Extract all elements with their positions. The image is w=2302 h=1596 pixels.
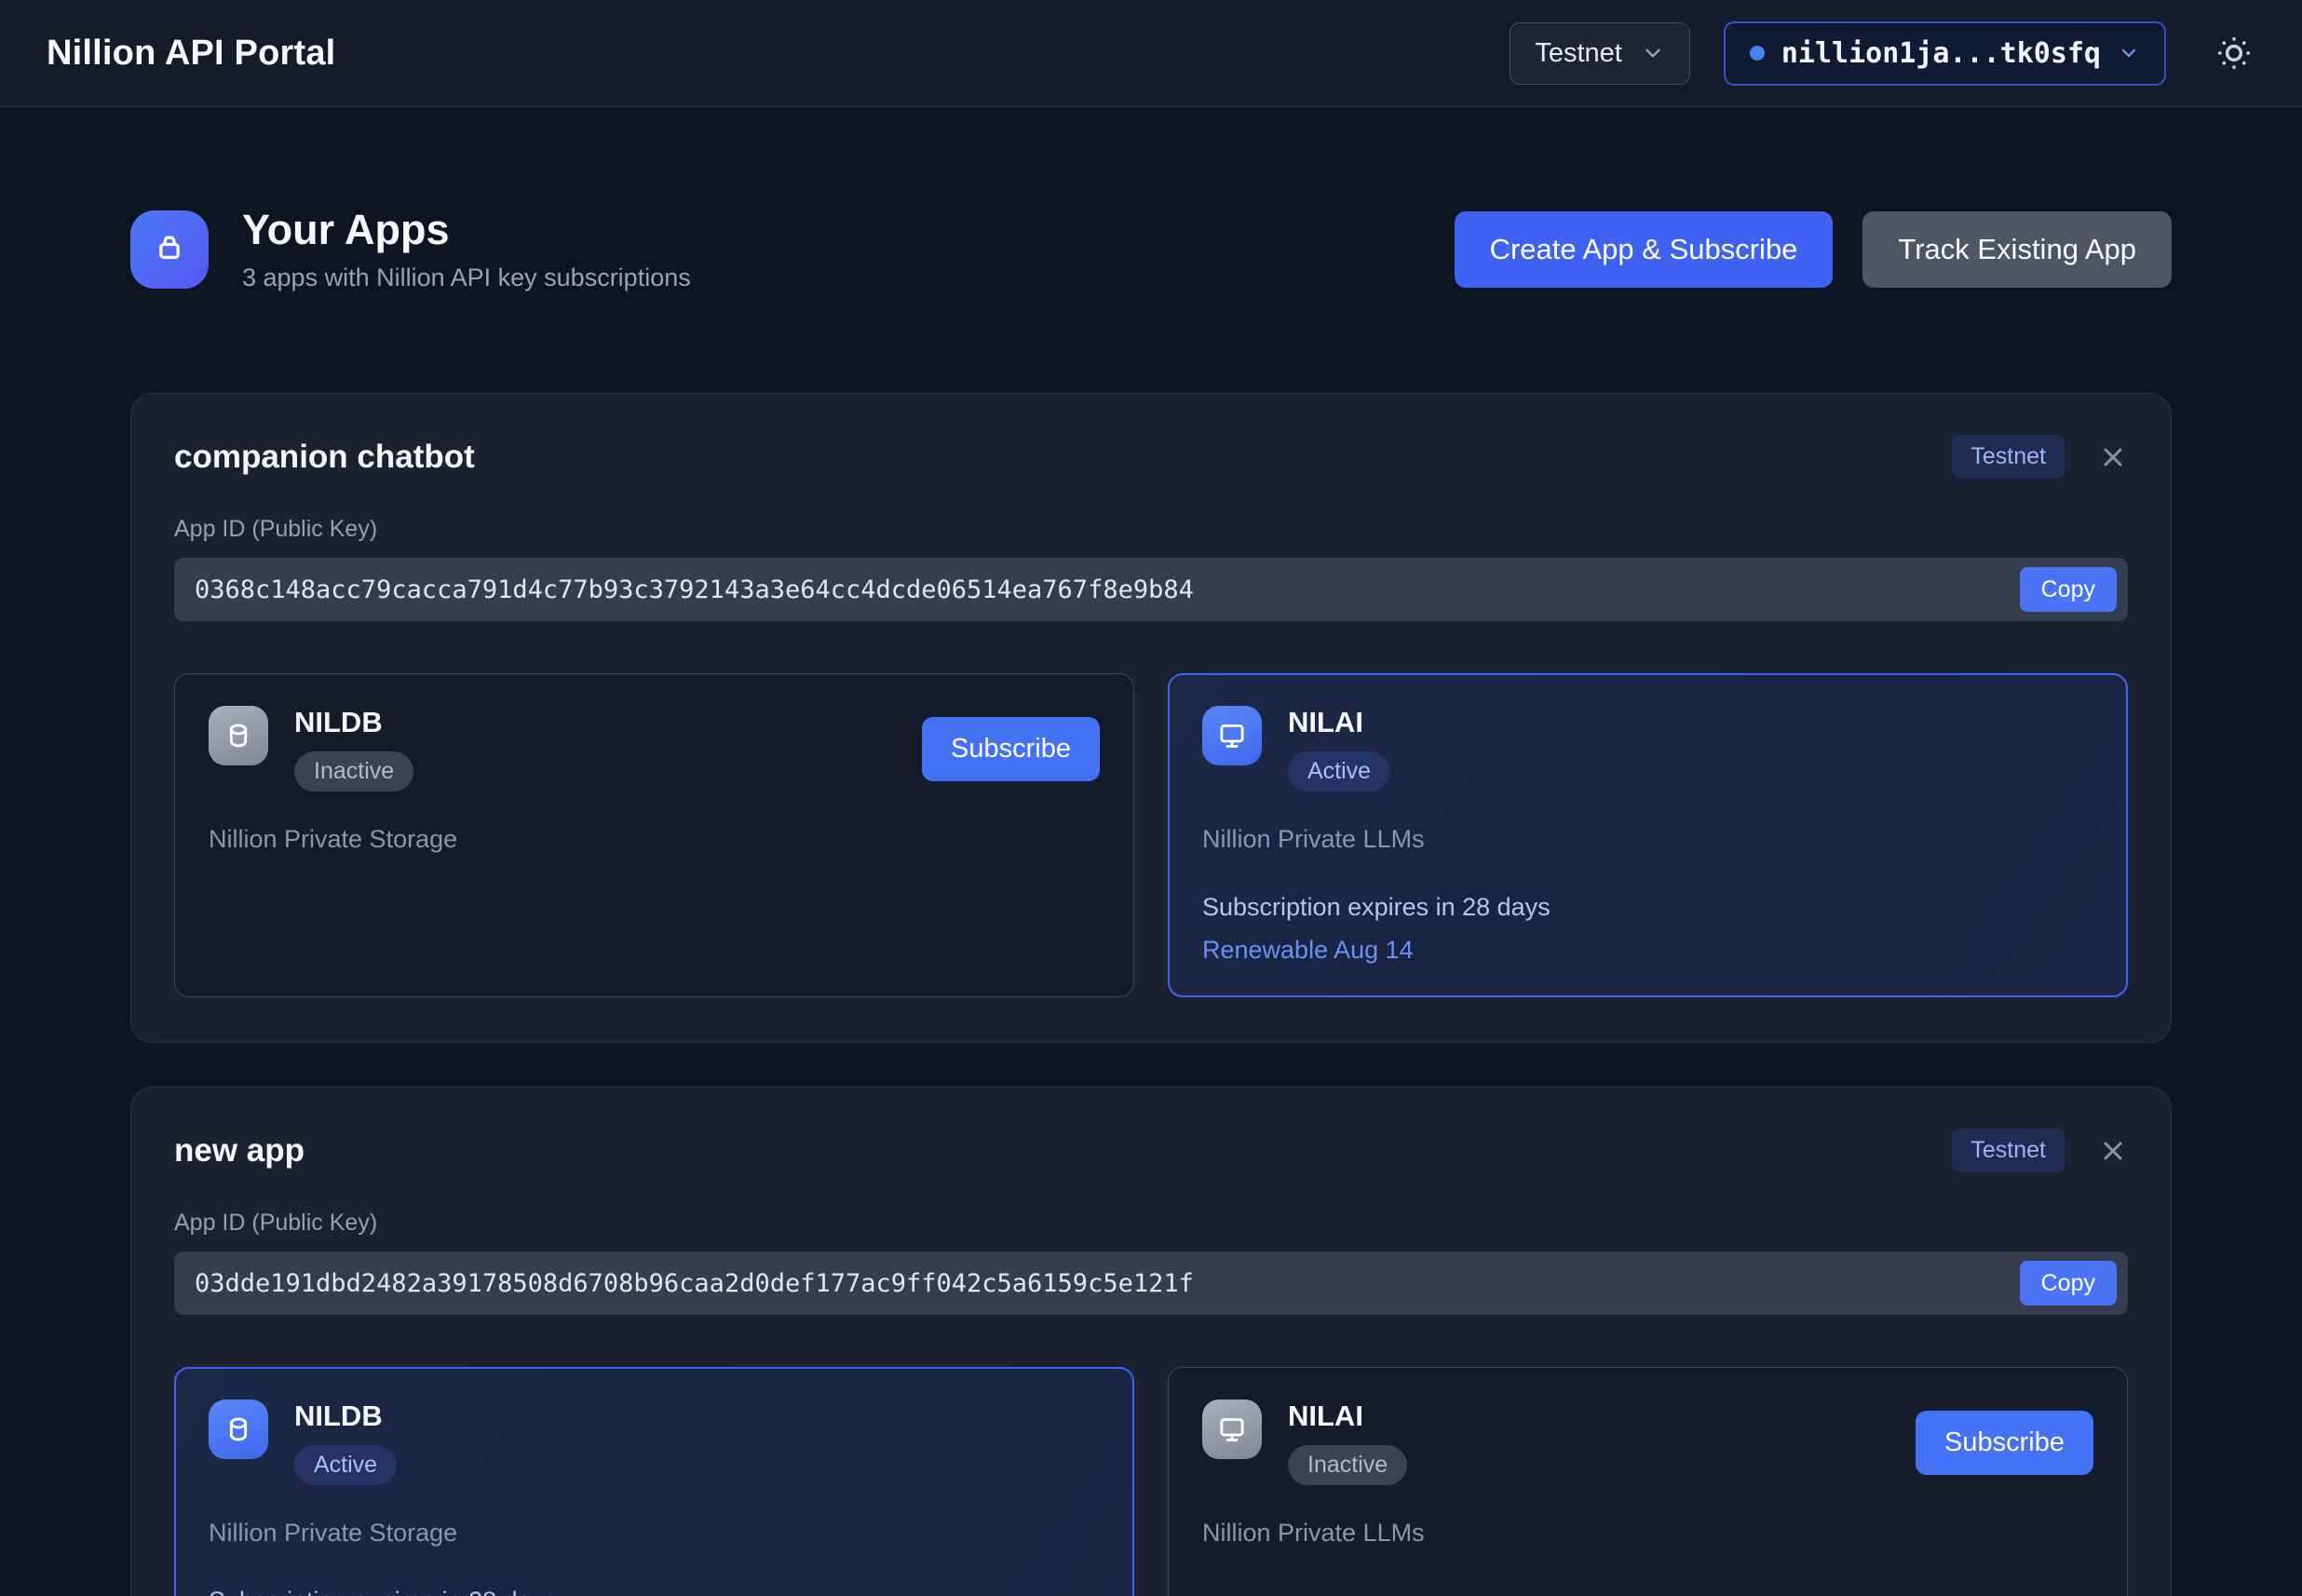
status-badge: Inactive [1288,1445,1407,1485]
service-description: Nillion Private LLMs [1202,825,2093,854]
app-id-value: 03dde191dbd2482a39178508d6708b96caa2d0de… [195,1269,1194,1298]
copy-button[interactable]: Copy [2020,1261,2117,1305]
service-name: NILAI [1288,706,1390,739]
monitor-icon [1202,1400,1262,1459]
app-id-label: App ID (Public Key) [174,516,2128,543]
network-selector[interactable]: Testnet [1510,22,1690,85]
theme-toggle-button[interactable] [2214,34,2254,73]
your-apps-header: Your Apps 3 apps with Nillion API key su… [130,206,2172,292]
app-name: new app [174,1132,305,1170]
page-title: Nillion API Portal [47,34,335,74]
renewal-date-text: Renewable Aug 14 [1202,936,2093,965]
track-existing-app-button[interactable]: Track Existing App [1862,211,2172,288]
service-name: NILDB [294,1400,397,1433]
subscription-expiry-text: Subscription expires in 28 days [1202,893,2093,922]
create-app-button[interactable]: Create App & Subscribe [1455,211,1834,288]
service-card-nilai: NILAI Active Nillion Private LLMs Subscr… [1168,673,2128,997]
service-card-nildb: NILDB Active Nillion Private Storage Sub… [174,1367,1134,1596]
status-badge: Active [294,1445,397,1485]
service-description: Nillion Private LLMs [1202,1519,2093,1548]
database-icon [209,706,268,765]
page-heading: Your Apps [242,206,691,254]
close-icon[interactable] [2098,442,2128,472]
status-badge: Active [1288,751,1390,791]
chevron-down-icon [1641,41,1665,65]
network-badge: Testnet [1952,1129,2065,1172]
chevron-down-icon [2118,42,2140,64]
wallet-button[interactable]: nillion1ja...tk0sfq [1724,21,2166,86]
app-card-new-app: new app Testnet App ID (Public Key) 03dd… [130,1087,2172,1596]
page-subheading: 3 apps with Nillion API key subscription… [242,264,691,292]
app-name: companion chatbot [174,439,475,476]
app-id-label: App ID (Public Key) [174,1210,2128,1237]
monitor-icon [1202,706,1262,765]
app-id-field: 0368c148acc79cacca791d4c77b93c3792143a3e… [174,558,2128,621]
wallet-address: nillion1ja...tk0sfq [1781,37,2101,70]
sun-icon [2214,34,2254,73]
wallet-status-dot [1750,46,1765,61]
status-badge: Inactive [294,751,413,791]
network-badge: Testnet [1952,435,2065,479]
service-card-nilai: NILAI Inactive Subscribe Nillion Private… [1168,1367,2128,1596]
service-name: NILAI [1288,1400,1407,1433]
service-description: Nillion Private Storage [209,1519,1100,1548]
database-icon [209,1400,268,1459]
copy-button[interactable]: Copy [2020,567,2117,612]
subscribe-button[interactable]: Subscribe [1916,1411,2093,1475]
close-icon[interactable] [2098,1136,2128,1166]
app-header: Nillion API Portal Testnet nillion1ja...… [0,0,2302,107]
service-card-nildb: NILDB Inactive Subscribe Nillion Private… [174,673,1134,997]
archive-icon [130,210,209,289]
network-selector-value: Testnet [1535,38,1622,69]
subscription-expiry-text: Subscription expires in 28 days [209,1587,1100,1596]
app-card-companion-chatbot: companion chatbot Testnet App ID (Public… [130,393,2172,1043]
service-description: Nillion Private Storage [209,825,1100,854]
subscribe-button[interactable]: Subscribe [922,717,1100,781]
app-id-field: 03dde191dbd2482a39178508d6708b96caa2d0de… [174,1251,2128,1315]
service-name: NILDB [294,706,413,739]
app-id-value: 0368c148acc79cacca791d4c77b93c3792143a3e… [195,575,1194,604]
